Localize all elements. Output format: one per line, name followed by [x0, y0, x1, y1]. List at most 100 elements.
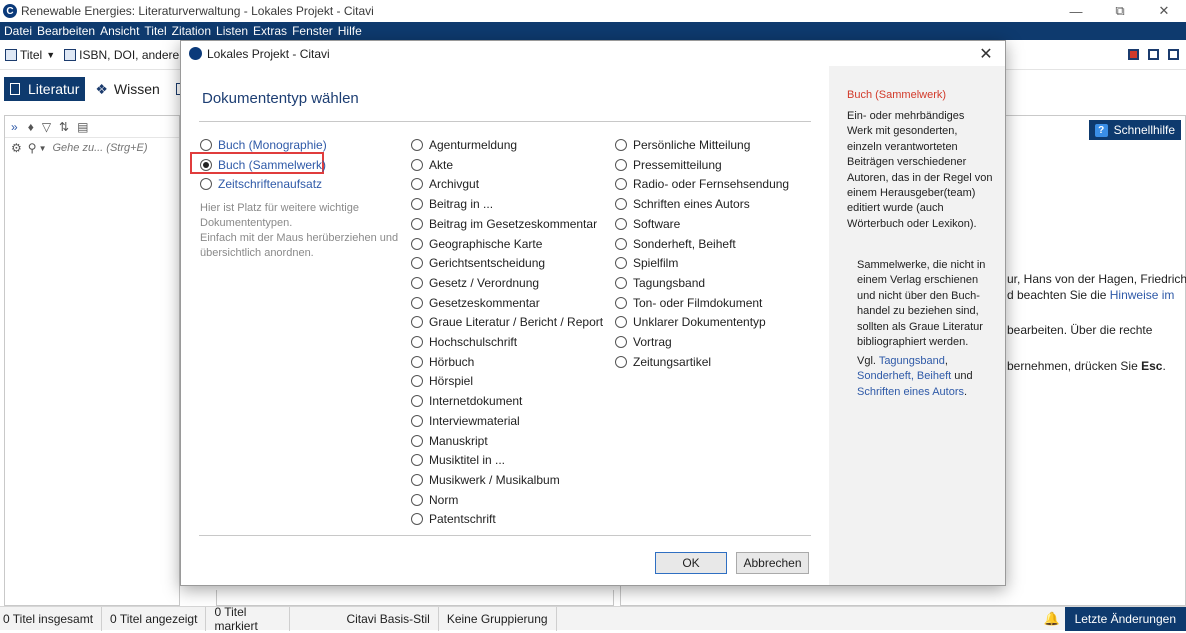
doctype-option-spielfilm[interactable]: Spielfilm [615, 256, 678, 270]
radio-button[interactable] [411, 139, 423, 151]
isbn-button[interactable]: ISBN, DOI, andere ID [79, 48, 194, 62]
close-icon[interactable]: ✕ [1142, 0, 1186, 22]
doctype-option-manuskript[interactable]: Manuskript [411, 434, 488, 448]
layout3-icon[interactable] [1168, 49, 1179, 60]
radio-button[interactable] [615, 237, 627, 250]
radio-button[interactable] [615, 139, 627, 151]
radio-button[interactable] [615, 336, 627, 348]
menu-fenster[interactable]: Fenster [292, 24, 333, 38]
radio-button[interactable] [615, 276, 627, 289]
doctype-option-software[interactable]: Software [615, 217, 680, 231]
doctype-option-persönliche-mitteilung[interactable]: Persönliche Mitteilung [615, 138, 750, 152]
expand-icon[interactable]: » [11, 120, 18, 134]
layout2-icon[interactable] [1148, 49, 1159, 60]
menu-extras[interactable]: Extras [253, 24, 287, 38]
radio-button[interactable] [411, 296, 423, 309]
doctype-option-zeitungsartikel[interactable]: Zeitungsartikel [615, 355, 711, 369]
radio-button[interactable] [411, 473, 423, 486]
doctype-option-musikwerk-musikalbum[interactable]: Musikwerk / Musikalbum [411, 473, 560, 487]
radio-button[interactable] [411, 493, 423, 506]
maximize-icon[interactable]: ⧉ [1098, 0, 1142, 22]
goto-input[interactable] [52, 142, 163, 154]
menu-bearbeiten[interactable]: Bearbeiten [37, 24, 95, 38]
doctype-option-gesetzeskommentar[interactable]: Gesetzeskommentar [411, 296, 540, 310]
doctype-option-akte[interactable]: Akte [411, 158, 453, 172]
doctype-option-beitrag-im-gesetzeskommentar[interactable]: Beitrag im Gesetzeskommentar [411, 217, 597, 231]
radio-button[interactable] [411, 355, 423, 368]
layout1-icon[interactable] [1128, 49, 1139, 60]
filter-icon[interactable]: ♦ [28, 120, 34, 134]
radio-button[interactable] [615, 198, 627, 211]
chevron-down-icon[interactable]: ▼ [46, 50, 55, 60]
doctype-option-hochschulschrift[interactable]: Hochschulschrift [411, 335, 517, 349]
radio-button[interactable] [411, 237, 423, 250]
menu-listen[interactable]: Listen [216, 24, 248, 38]
menu-titel[interactable]: Titel [144, 24, 166, 38]
doctype-option-unklarer-dokumententyp[interactable]: Unklarer Dokumententyp [615, 315, 766, 329]
radio-button[interactable] [615, 178, 627, 191]
radio-button[interactable] [411, 414, 423, 427]
minimize-icon[interactable]: — [1054, 0, 1098, 22]
doctype-option-buch-sammelwerk[interactable]: Buch (Sammelwerk) [200, 158, 326, 172]
doctype-option-norm[interactable]: Norm [411, 493, 458, 507]
radio-button[interactable] [411, 198, 423, 211]
doctype-option-gerichtsentscheidung[interactable]: Gerichtsentscheidung [411, 256, 545, 270]
menu-hilfe[interactable]: Hilfe [338, 24, 362, 38]
doctype-option-vortrag[interactable]: Vortrag [615, 335, 672, 349]
doctype-option-ton-oder-filmdokument[interactable]: Ton- oder Filmdokument [615, 296, 762, 310]
funnel-icon[interactable]: ▽ [42, 120, 51, 134]
dialog-close-icon[interactable]: ✕ [973, 43, 999, 65]
doctype-option-geographische-karte[interactable]: Geographische Karte [411, 237, 542, 251]
doctype-option-musiktitel-in[interactable]: Musiktitel in ... [411, 453, 505, 467]
status-grouping[interactable]: Keine Gruppierung [439, 606, 557, 631]
search-options-icon[interactable]: ⚲ [28, 141, 37, 155]
doctype-option-buch-monographie[interactable]: Buch (Monographie) [200, 138, 327, 152]
tab-knowledge[interactable]: ❖ Wissen [89, 77, 165, 101]
radio-button[interactable] [411, 178, 423, 191]
doctype-option-sonderheft-beiheft[interactable]: Sonderheft, Beiheft [615, 237, 736, 251]
radio-button[interactable] [200, 158, 212, 171]
radio-button[interactable] [411, 276, 423, 289]
radio-button[interactable] [615, 316, 627, 329]
menu-ansicht[interactable]: Ansicht [100, 24, 139, 38]
link-tagungsband[interactable]: Tagungsband [879, 355, 945, 367]
doctype-option-zeitschriftenaufsatz[interactable]: Zeitschriftenaufsatz [200, 177, 322, 191]
bell-icon[interactable]: 🔔 [1044, 611, 1060, 627]
isbn-icon[interactable] [64, 48, 77, 61]
notes-link[interactable]: Hinweise im [1110, 288, 1175, 302]
link-sonderheft[interactable]: Sonderheft, Beiheft [857, 370, 951, 382]
doctype-option-agenturmeldung[interactable]: Agenturmeldung [411, 138, 517, 152]
radio-button[interactable] [411, 375, 423, 388]
radio-button[interactable] [411, 434, 423, 447]
radio-button[interactable] [615, 158, 627, 171]
link-schriften-eines-autors[interactable]: Schriften eines Autors [857, 386, 964, 398]
doctype-option-hörspiel[interactable]: Hörspiel [411, 374, 473, 388]
doctype-option-graue-literatur-bericht-report[interactable]: Graue Literatur / Bericht / Report [411, 315, 603, 329]
doctype-option-hörbuch[interactable]: Hörbuch [411, 355, 474, 369]
doctype-option-patentschrift[interactable]: Patentschrift [411, 512, 496, 526]
radio-button[interactable] [411, 257, 423, 270]
radio-button[interactable] [411, 158, 423, 171]
doctype-option-gesetz-verordnung[interactable]: Gesetz / Verordnung [411, 276, 539, 290]
doctype-option-tagungsband[interactable]: Tagungsband [615, 276, 705, 290]
radio-button[interactable] [411, 316, 423, 329]
menu-zitation[interactable]: Zitation [172, 24, 211, 38]
quickhelp-button[interactable]: ? Schnellhilfe [1088, 120, 1181, 140]
radio-button[interactable] [200, 139, 212, 151]
radio-button[interactable] [411, 513, 423, 526]
doctype-option-schriften-eines-autors[interactable]: Schriften eines Autors [615, 197, 750, 211]
doctype-option-beitrag-in[interactable]: Beitrag in ... [411, 197, 493, 211]
chevron-down-icon[interactable]: ▼ [39, 144, 47, 153]
doctype-option-interviewmaterial[interactable]: Interviewmaterial [411, 414, 520, 428]
cancel-button[interactable]: Abbrechen [736, 552, 809, 574]
view-icon[interactable]: ▤ [77, 120, 88, 134]
radio-button[interactable] [411, 217, 423, 230]
title-button[interactable]: Titel [20, 48, 42, 62]
sort-icon[interactable]: ⇅ [59, 120, 69, 134]
radio-button[interactable] [411, 336, 423, 348]
doctype-option-radio-oder-fernsehsendung[interactable]: Radio- oder Fernsehsendung [615, 177, 789, 191]
doctype-option-archivgut[interactable]: Archivgut [411, 177, 479, 191]
doctype-option-pressemitteilung[interactable]: Pressemitteilung [615, 158, 722, 172]
radio-button[interactable] [615, 257, 627, 270]
radio-button[interactable] [411, 395, 423, 408]
